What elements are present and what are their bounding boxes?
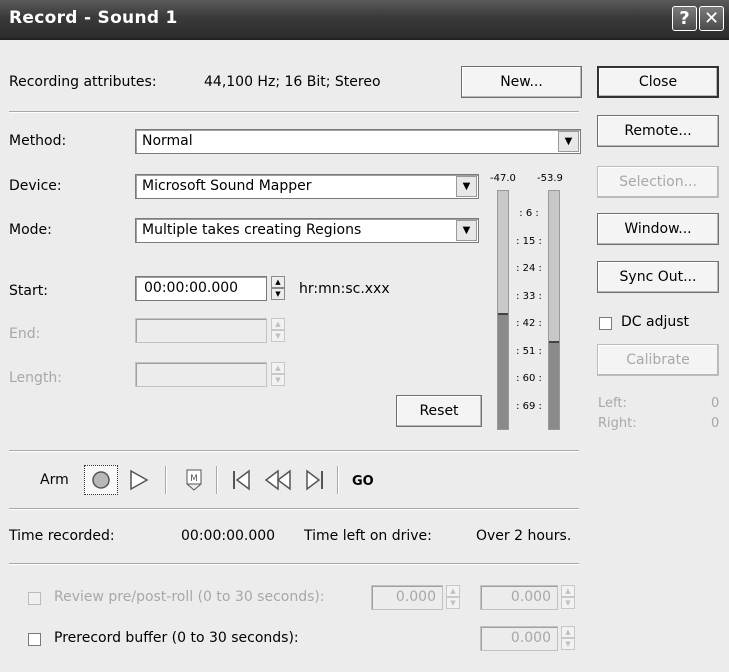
dc-adjust-checkbox[interactable] — [599, 317, 612, 330]
end-field[interactable] — [135, 318, 267, 343]
toolbar-separator — [216, 466, 218, 494]
length-field[interactable] — [135, 362, 267, 387]
window-button[interactable]: Window... — [597, 213, 719, 245]
selection-button[interactable]: Selection... — [597, 166, 719, 198]
recording-attributes-value: 44,100 Hz; 16 Bit; Stereo — [204, 74, 381, 90]
device-label: Device: — [9, 178, 62, 194]
calibrate-button[interactable]: Calibrate — [597, 344, 719, 376]
review-preroll-checkbox[interactable] — [28, 592, 41, 605]
meter-scale-tick: : 69 : — [516, 400, 542, 412]
left-peak-value: -47.0 — [490, 173, 516, 184]
right-level-meter — [548, 190, 560, 430]
toolbar-separator — [337, 466, 339, 494]
new-button[interactable]: New... — [461, 66, 582, 98]
chevron-down-icon[interactable]: ▼ — [558, 131, 579, 152]
svg-text:M: M — [190, 474, 198, 484]
sync-out-button[interactable]: Sync Out... — [597, 261, 719, 293]
meter-scale-tick: : 60 : — [516, 373, 542, 384]
device-dropdown[interactable]: Microsoft Sound Mapper ▼ — [135, 174, 479, 199]
meter-scale-tick: : 33 : — [516, 290, 542, 302]
chevron-down-icon[interactable]: ▼ — [456, 220, 477, 241]
toolbar-separator — [165, 466, 167, 494]
divider — [9, 111, 579, 113]
right-offset-label: Right: — [598, 416, 637, 431]
meter-scale-tick: : 24 : — [516, 263, 542, 274]
dc-adjust-label: DC adjust — [621, 314, 690, 330]
prerecord-buffer-checkbox[interactable] — [28, 633, 41, 646]
record-icon — [92, 471, 110, 489]
review-pre-spinner[interactable]: ▲ ▼ — [446, 585, 460, 610]
go-to-start-icon[interactable] — [229, 467, 253, 493]
record-button[interactable] — [84, 465, 118, 495]
meter-scale-tick: : 42 : — [516, 318, 542, 329]
right-peak-value: -53.9 — [537, 173, 563, 184]
meter-scale-tick: : 6 : — [519, 208, 539, 219]
window-title: Record - Sound 1 — [9, 8, 178, 28]
mode-value: Multiple takes creating Regions — [142, 222, 362, 238]
left-offset-label: Left: — [598, 396, 627, 411]
length-label: Length: — [9, 370, 63, 386]
divider — [9, 450, 579, 452]
play-icon[interactable] — [126, 467, 152, 493]
left-offset-value: 0 — [711, 396, 720, 411]
method-label: Method: — [9, 133, 67, 149]
close-button[interactable]: Close — [597, 66, 719, 98]
help-button[interactable]: ? — [672, 6, 697, 31]
close-window-button[interactable]: ✕ — [699, 6, 724, 31]
review-post-spinner[interactable]: ▲ ▼ — [561, 585, 575, 610]
remote-button[interactable]: Remote... — [597, 115, 719, 147]
title-bar[interactable]: Record - Sound 1 ? ✕ — [0, 0, 729, 40]
time-format-label: hr:mn:sc.xxx — [299, 281, 390, 297]
review-preroll-label: Review pre/post-roll (0 to 30 seconds): — [54, 589, 325, 605]
time-left-label: Time left on drive: — [304, 528, 432, 544]
prerecord-buffer-field[interactable]: 0.000 — [480, 626, 558, 651]
go-to-end-icon[interactable] — [303, 467, 327, 493]
right-offset-value: 0 — [711, 416, 720, 431]
right-level-fill — [549, 341, 559, 429]
device-value: Microsoft Sound Mapper — [142, 178, 312, 194]
rewind-icon[interactable] — [263, 467, 293, 493]
go-button[interactable]: GO — [352, 474, 374, 489]
recording-attributes-label: Recording attributes: — [9, 74, 157, 90]
length-spinner[interactable]: ▲ ▼ — [271, 362, 285, 387]
start-field[interactable]: 00:00:00.000 — [135, 276, 267, 301]
end-spinner[interactable]: ▲ ▼ — [271, 318, 285, 343]
meter-scale-tick: : 15 : — [516, 235, 542, 247]
start-label: Start: — [9, 283, 48, 299]
left-level-meter — [497, 190, 509, 430]
divider — [9, 563, 579, 565]
marker-icon[interactable]: M — [183, 467, 205, 493]
method-dropdown[interactable]: Normal ▼ — [135, 129, 581, 154]
meter-scale-tick: : 51 : — [516, 345, 542, 357]
record-dialog: Record - Sound 1 ? ✕ Recording attribute… — [0, 0, 729, 672]
end-label: End: — [9, 326, 41, 342]
reset-button[interactable]: Reset — [396, 395, 482, 427]
arm-label: Arm — [40, 472, 69, 488]
prerecord-buffer-label: Prerecord buffer (0 to 30 seconds): — [54, 630, 299, 646]
prerecord-buffer-spinner[interactable]: ▲ ▼ — [561, 626, 575, 651]
start-spinner[interactable]: ▲ ▼ — [271, 276, 285, 301]
mode-label: Mode: — [9, 222, 52, 238]
mode-dropdown[interactable]: Multiple takes creating Regions ▼ — [135, 218, 479, 243]
time-left-value: Over 2 hours. — [476, 528, 572, 544]
review-pre-field[interactable]: 0.000 — [371, 585, 443, 610]
chevron-down-icon[interactable]: ▼ — [456, 176, 477, 197]
method-value: Normal — [142, 133, 193, 149]
left-level-fill — [498, 312, 508, 429]
time-recorded-label: Time recorded: — [9, 528, 115, 544]
time-recorded-value: 00:00:00.000 — [181, 528, 276, 544]
review-post-field[interactable]: 0.000 — [480, 585, 558, 610]
divider — [9, 508, 579, 510]
